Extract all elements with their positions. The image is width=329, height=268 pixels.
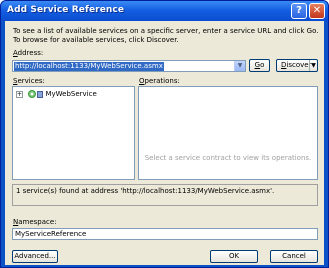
instructions-text: To see a list of available services on a…: [13, 27, 319, 44]
expand-icon[interactable]: +: [16, 90, 23, 98]
discover-dropdown-icon[interactable]: ▼: [309, 60, 317, 71]
operations-hint: Select a service contract to view its op…: [144, 154, 312, 162]
status-message: 1 service(s) found at address 'http://lo…: [12, 184, 318, 206]
operations-list[interactable]: Select a service contract to view its op…: [138, 86, 318, 180]
namespace-input[interactable]: MyServiceReference: [12, 228, 318, 240]
services-tree[interactable]: + MyWebService: [12, 86, 135, 180]
go-button[interactable]: Go: [249, 59, 270, 72]
discover-button[interactable]: Discover ▼: [276, 59, 318, 72]
service-icon: [28, 90, 37, 98]
address-combobox[interactable]: http://localhost:1133/MyWebService.asmx …: [12, 60, 246, 72]
service-page-icon: [37, 90, 44, 98]
ok-button[interactable]: OK: [210, 250, 258, 263]
operations-label: Operations:: [139, 77, 180, 85]
namespace-label: Namespace:: [13, 218, 57, 226]
title-bar[interactable]: Add Service Reference ? ✕: [1, 1, 328, 21]
window-title: Add Service Reference: [7, 5, 125, 15]
cancel-button[interactable]: Cancel: [270, 250, 318, 263]
address-label: Address:: [13, 49, 44, 57]
services-label: Services:: [13, 77, 45, 85]
help-button[interactable]: ?: [291, 3, 307, 19]
chevron-down-icon[interactable]: ▼: [234, 61, 245, 71]
tree-item-mywebservice[interactable]: + MyWebService: [16, 90, 97, 98]
dialog-client-area: To see a list of available services on a…: [5, 21, 324, 265]
address-value[interactable]: http://localhost:1133/MyWebService.asmx: [14, 62, 164, 71]
dialog-window: Add Service Reference ? ✕ To see a list …: [0, 0, 329, 268]
close-button[interactable]: ✕: [309, 3, 325, 19]
advanced-button[interactable]: Advanced...: [12, 250, 58, 263]
tree-item-label: MyWebService: [45, 90, 97, 98]
